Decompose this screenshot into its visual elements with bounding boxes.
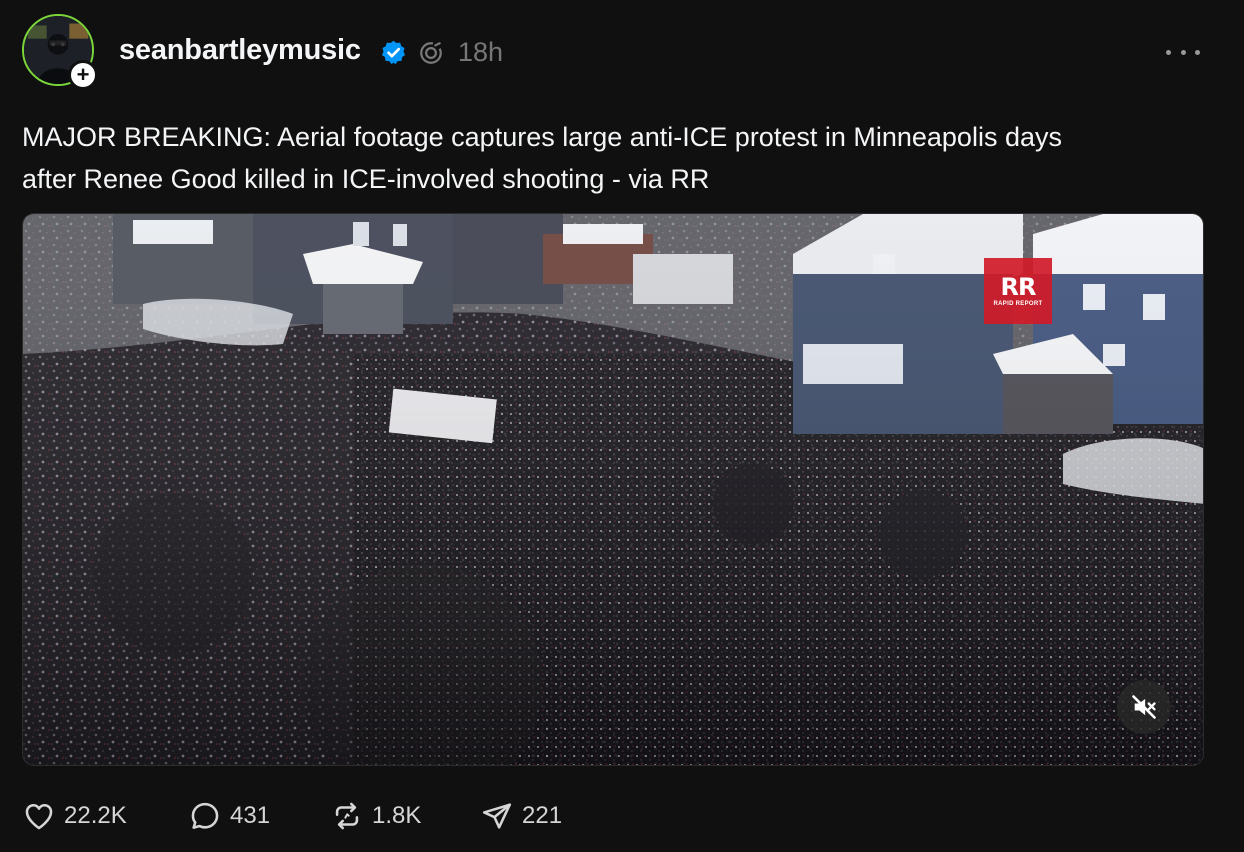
more-options-icon[interactable] <box>1166 40 1200 64</box>
like-count: 22.2K <box>64 802 127 829</box>
dot <box>1166 49 1171 55</box>
caption-line: MAJOR BREAKING: Aerial footage captures … <box>22 122 1062 152</box>
watermark-mark: RR <box>1000 273 1037 301</box>
watermark-sub: RAPID REPORT <box>993 301 1043 307</box>
repost-count: 1.8K <box>372 802 422 829</box>
video-player[interactable]: RR RAPID REPORT <box>22 213 1204 766</box>
reply-count: 431 <box>230 802 271 829</box>
like-button[interactable]: 22.2K <box>22 796 127 836</box>
verified-badge-icon <box>381 40 406 65</box>
dot <box>1195 49 1200 55</box>
repost-arrows-icon <box>335 802 359 830</box>
repost-button[interactable]: 1.8K <box>330 796 421 836</box>
heart-icon <box>25 803 53 830</box>
share-count: 221 <box>522 802 563 829</box>
reply-button[interactable]: 431 <box>188 796 270 836</box>
post-actions-bar: 22.2K 431 1.8K 221 <box>22 796 722 836</box>
caption-line: after Renee Good killed in ICE-involved … <box>22 164 710 194</box>
post-caption: MAJOR BREAKING: Aerial footage captures … <box>22 116 1222 200</box>
send-paper-plane-icon <box>482 803 512 829</box>
post-timestamp: 18h <box>458 37 504 67</box>
username[interactable]: seanbartleymusic <box>119 34 361 67</box>
avatar-container[interactable]: + <box>22 14 98 90</box>
rapid-report-watermark: RR RAPID REPORT <box>984 258 1052 324</box>
comment-bubble-icon <box>191 802 219 829</box>
dot <box>1180 49 1186 55</box>
threads-activity-icon <box>420 42 442 64</box>
mute-toggle-button[interactable] <box>1117 680 1171 734</box>
share-button[interactable]: 221 <box>480 796 562 836</box>
speaker-muted-icon <box>1132 695 1156 719</box>
thread-post: + seanbartleymusic 18h MAJOR BREAKING: A… <box>0 0 1244 852</box>
follow-plus-icon[interactable]: + <box>68 60 98 90</box>
